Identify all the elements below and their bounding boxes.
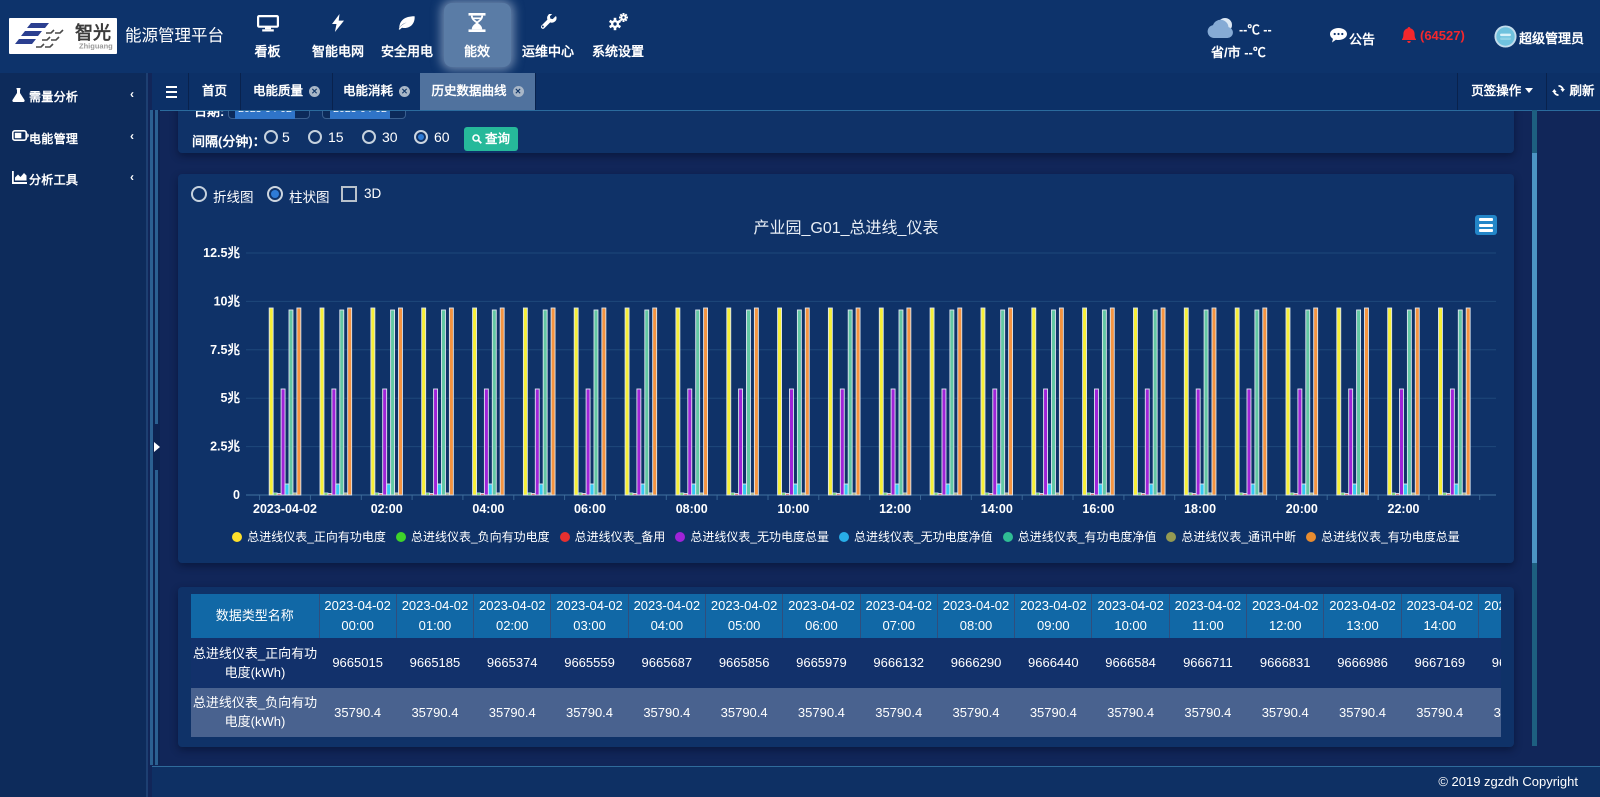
svg-text:06:00: 06:00 bbox=[574, 502, 606, 516]
svg-text:22:00: 22:00 bbox=[1388, 502, 1420, 516]
svg-text:2023-04-02: 2023-04-02 bbox=[253, 502, 317, 516]
svg-text:02:00: 02:00 bbox=[371, 502, 403, 516]
svg-text:10:00: 10:00 bbox=[777, 502, 809, 516]
svg-text:0: 0 bbox=[233, 488, 240, 502]
svg-text:18:00: 18:00 bbox=[1184, 502, 1216, 516]
svg-text:2.5兆: 2.5兆 bbox=[210, 439, 240, 454]
svg-text:7.5兆: 7.5兆 bbox=[210, 342, 240, 357]
svg-text:Zhiguang: Zhiguang bbox=[79, 42, 113, 51]
svg-text:10兆: 10兆 bbox=[214, 293, 241, 308]
svg-text:04:00: 04:00 bbox=[472, 502, 504, 516]
svg-text:5兆: 5兆 bbox=[221, 390, 241, 405]
svg-text:14:00: 14:00 bbox=[981, 502, 1013, 516]
svg-text:智光: 智光 bbox=[75, 22, 111, 43]
svg-text:08:00: 08:00 bbox=[676, 502, 708, 516]
svg-text:20:00: 20:00 bbox=[1286, 502, 1318, 516]
svg-text:12.5兆: 12.5兆 bbox=[203, 245, 240, 260]
svg-text:12:00: 12:00 bbox=[879, 502, 911, 516]
svg-text:16:00: 16:00 bbox=[1082, 502, 1114, 516]
